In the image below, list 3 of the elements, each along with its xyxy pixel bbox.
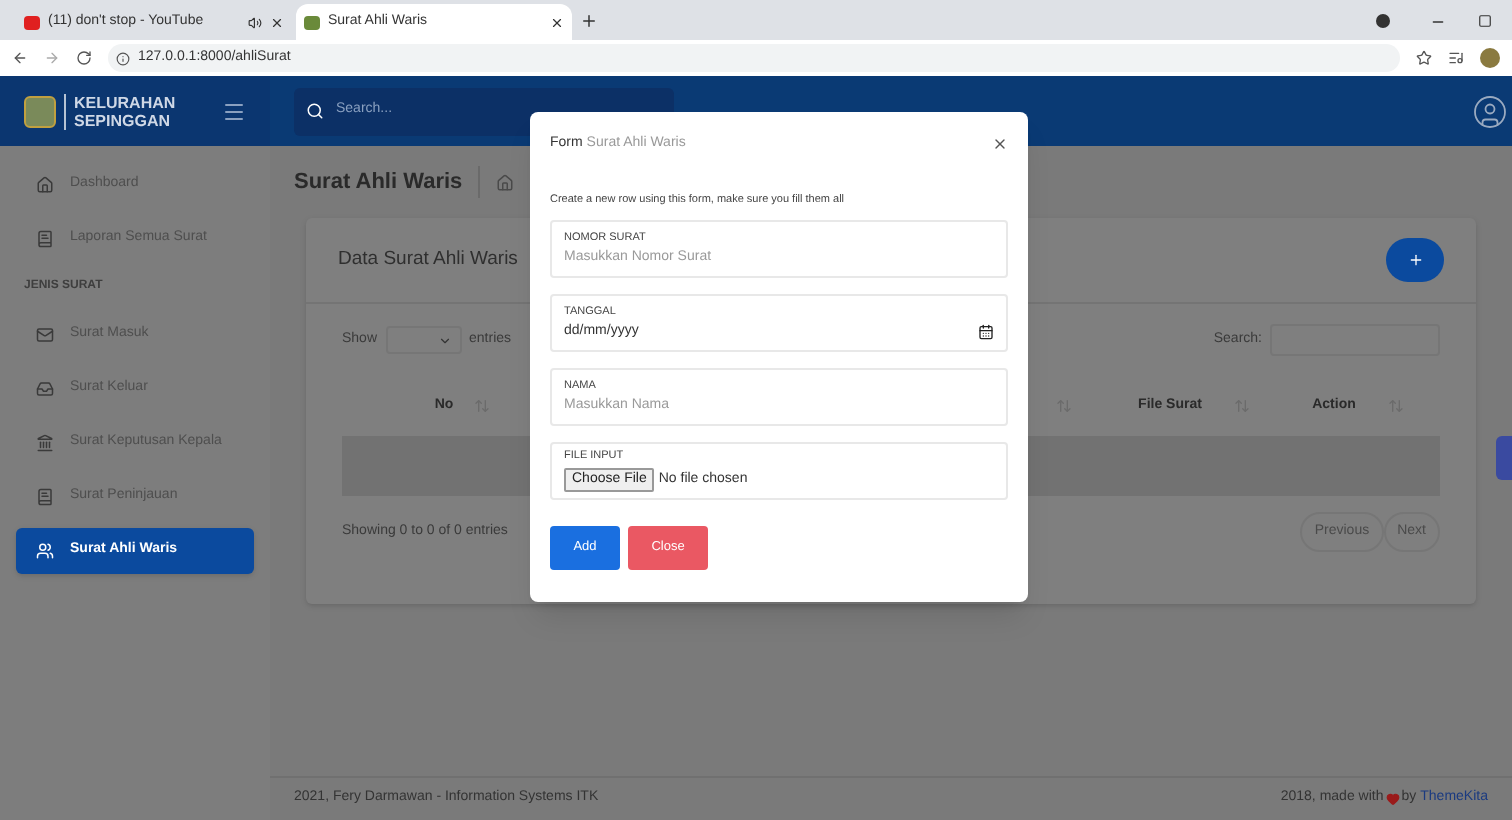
- card-title: Data Surat Ahli Waris: [338, 245, 518, 274]
- page-title: Surat Ahli Waris: [294, 167, 463, 198]
- brand-name: KELURAHAN SEPINGGAN: [74, 93, 176, 129]
